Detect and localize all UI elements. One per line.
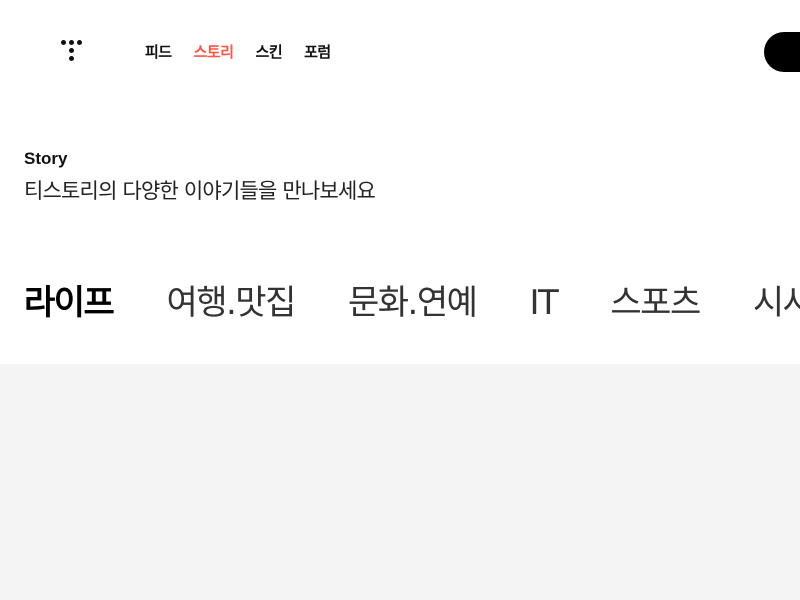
tab-current-affairs[interactable]: 시사 — [753, 280, 800, 326]
tab-culture-entertainment[interactable]: 문화.연예 — [347, 280, 478, 326]
tab-label: 시사 — [752, 283, 800, 323]
tab-label: 여행.맛집 — [166, 283, 296, 323]
nav-item-forum[interactable]: 포럼 — [304, 41, 331, 63]
nav-item-story[interactable]: 스토리 — [194, 41, 234, 63]
tab-label: 라이프 — [24, 283, 115, 323]
page-title: Story — [24, 149, 68, 168]
header: 피드 스토리 스킨 포럼 — [0, 0, 800, 104]
story-content-area — [0, 364, 800, 600]
nav-item-feed[interactable]: 피드 — [145, 41, 172, 63]
tab-label: 문화.연예 — [347, 283, 478, 323]
category-tabs: 라이프 여행.맛집 문화.연예 IT 스포츠 시사 — [24, 280, 800, 328]
tab-label: IT — [529, 283, 559, 323]
login-button[interactable] — [764, 32, 800, 72]
nav-item-skin[interactable]: 스킨 — [256, 41, 283, 63]
tab-travel-food[interactable]: 여행.맛집 — [166, 280, 296, 326]
tistory-logo-icon[interactable] — [58, 38, 86, 66]
page-subtitle: 티스토리의 다양한 이야기들을 만나보세요 — [24, 179, 376, 203]
tab-sports[interactable]: 스포츠 — [610, 280, 701, 326]
main-nav: 피드 스토리 스킨 포럼 — [145, 41, 353, 63]
tab-label: 스포츠 — [610, 283, 701, 323]
page: 피드 스토리 스킨 포럼 Story 티스토리의 다양한 이야기들을 만나보세요… — [0, 0, 800, 600]
tab-life[interactable]: 라이프 — [24, 280, 115, 326]
tab-it[interactable]: IT — [529, 280, 559, 326]
story-intro: Story 티스토리의 다양한 이야기들을 만나보세요 — [24, 148, 376, 205]
